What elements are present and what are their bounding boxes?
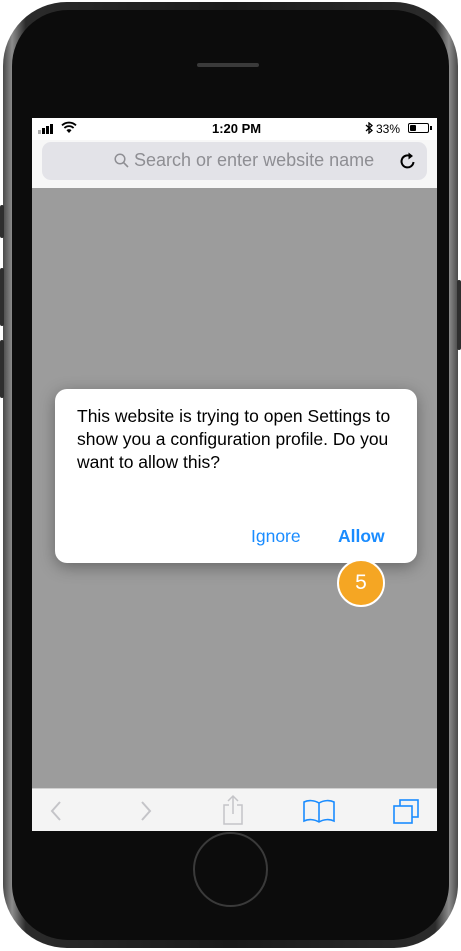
url-placeholder: Search or enter website name: [134, 150, 375, 170]
battery-percentage: 33%: [376, 122, 401, 136]
ignore-button[interactable]: Ignore: [251, 526, 301, 547]
volume-up-button: [0, 268, 4, 326]
reload-icon[interactable]: [399, 151, 417, 171]
power-button: [457, 280, 461, 350]
search-icon: [114, 153, 129, 168]
battery-icon: [408, 123, 429, 133]
battery-level-fill: [410, 125, 416, 131]
status-time: 1:20 PM: [212, 121, 262, 136]
wifi-icon: [61, 121, 77, 133]
bottom-toolbar: [32, 788, 437, 831]
share-icon[interactable]: [222, 794, 244, 826]
url-bar[interactable]: Search or enter website name: [42, 142, 427, 180]
chevron-left-icon[interactable]: [50, 800, 62, 822]
earpiece-speaker: [197, 63, 259, 67]
bluetooth-icon: [365, 122, 373, 134]
tabs-icon[interactable]: [392, 798, 420, 824]
volume-down-button: [0, 340, 4, 398]
book-icon[interactable]: [302, 799, 336, 823]
mute-switch: [0, 205, 4, 238]
step-number-badge: 5: [337, 559, 385, 607]
alert-message: This website is trying to open Settings …: [77, 406, 391, 472]
status-bar: 1:20 PM 33%: [32, 118, 437, 140]
allow-button[interactable]: Allow: [338, 526, 385, 547]
home-button[interactable]: [193, 832, 268, 907]
chevron-right-icon[interactable]: [140, 800, 152, 822]
cellular-signal-icon: [38, 124, 53, 134]
permission-alert-dialog: This website is trying to open Settings …: [55, 389, 417, 563]
battery-tip: [430, 126, 432, 130]
